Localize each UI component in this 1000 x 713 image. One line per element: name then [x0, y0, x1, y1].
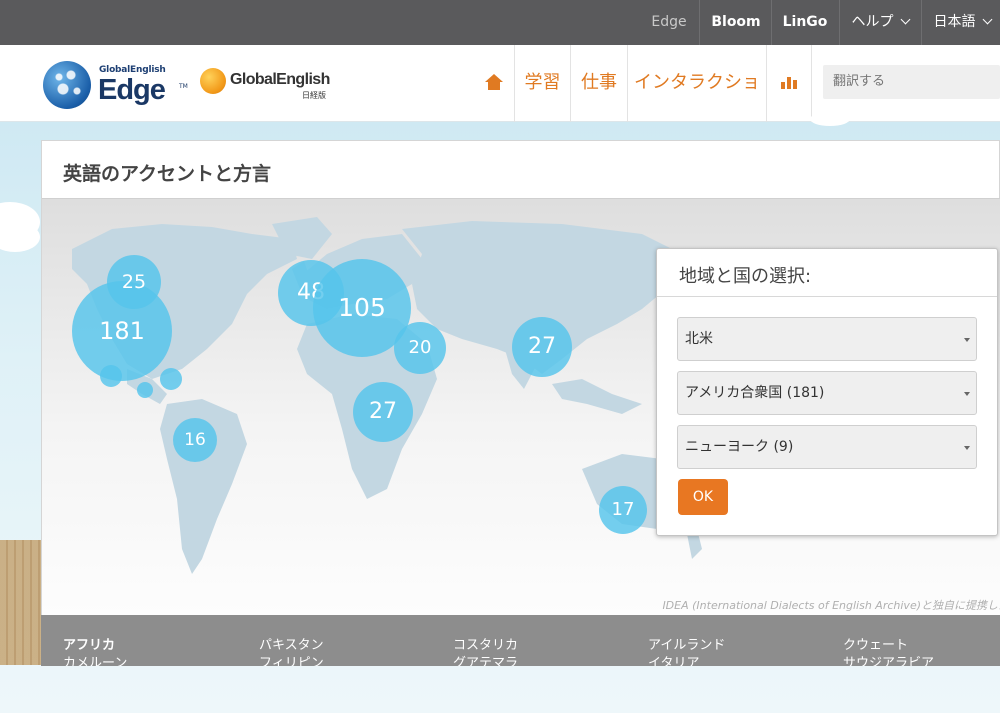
- page-title: 英語のアクセントと方言: [63, 163, 272, 185]
- nav-stats[interactable]: [767, 45, 811, 122]
- country-list-item[interactable]: グアテマラ: [453, 655, 518, 666]
- country-select[interactable]: アメリカ合衆国 (181): [677, 371, 977, 415]
- help-label: ヘルプ: [851, 14, 894, 30]
- city-select-value: ニューヨーク (9): [685, 439, 794, 455]
- topbar-language-menu[interactable]: 日本語: [922, 0, 1000, 45]
- map-bubble-south-america[interactable]: 16: [173, 418, 217, 462]
- nav-home[interactable]: [474, 45, 514, 122]
- map-bubble-mexico[interactable]: [100, 365, 122, 387]
- nav-work[interactable]: 仕事: [571, 45, 627, 122]
- country-list-item[interactable]: サウジアラビア: [843, 655, 934, 666]
- bar-chart-icon: [781, 75, 797, 89]
- map-bubble-central-america[interactable]: [137, 382, 153, 398]
- city-select[interactable]: ニューヨーク (9): [677, 425, 977, 469]
- caret-down-icon: [964, 392, 970, 396]
- country-column: アフリカ カメルーン: [63, 637, 127, 666]
- language-label: 日本語: [933, 14, 976, 30]
- archive-credit-text: IDEA (International Dialects of English …: [662, 599, 1000, 612]
- topbar-lingo-link[interactable]: LinGo: [772, 0, 838, 45]
- nav-interaction[interactable]: インタラクション: [628, 45, 766, 169]
- map-bubble-middle-east[interactable]: 20: [394, 322, 446, 374]
- logo-ge-text: GlobalEnglish: [230, 71, 330, 88]
- building-illustration: [0, 540, 42, 665]
- country-list: アフリカ カメルーン パキスタン フィリピン コスタリカ グアテマラ アイルラン…: [41, 615, 1000, 666]
- logo-edge-text: Edge: [98, 74, 166, 106]
- country-column: コスタリカ グアテマラ: [453, 637, 518, 666]
- map-bubble-asia[interactable]: 27: [512, 317, 572, 377]
- nav-learning[interactable]: 学習: [515, 45, 570, 122]
- top-bar: Edge Bloom LinGo ヘルプ 日本語: [0, 0, 1000, 45]
- country-list-heading[interactable]: アフリカ: [63, 637, 127, 655]
- globe-logo-icon: [43, 61, 91, 109]
- country-list-item[interactable]: カメルーン: [63, 655, 127, 666]
- region-select[interactable]: 北米: [677, 317, 977, 361]
- country-list-item[interactable]: イタリア: [648, 655, 725, 666]
- map-bubble-oceania[interactable]: 17: [599, 486, 647, 534]
- selector-title: 地域と国の選択:: [679, 266, 812, 287]
- cloud-decoration: [810, 112, 850, 126]
- map-bubble-africa[interactable]: 27: [353, 382, 413, 442]
- globalenglish-edge-logo[interactable]: GlobalEnglish Edge TM: [43, 59, 188, 111]
- country-select-value: アメリカ合衆国 (181): [685, 385, 825, 401]
- chevron-down-icon: [982, 14, 992, 25]
- globalenglish-nikkei-logo[interactable]: GlobalEnglish 日経版: [200, 67, 340, 107]
- globe-logo-icon: [200, 68, 226, 94]
- divider: [657, 296, 997, 297]
- ok-button[interactable]: OK: [678, 479, 728, 515]
- map-bubble-canada[interactable]: 25: [107, 255, 161, 309]
- map-bubble-caribbean[interactable]: [160, 368, 182, 390]
- translate-search-input[interactable]: [823, 65, 1000, 99]
- topbar-edge-link[interactable]: Edge: [640, 0, 698, 45]
- nav-separator: [811, 45, 812, 122]
- trademark-mark: TM: [179, 83, 188, 90]
- topbar-bloom-link[interactable]: Bloom: [700, 0, 772, 45]
- country-list-item[interactable]: パキスタン: [259, 637, 324, 655]
- chevron-down-icon: [900, 14, 910, 25]
- country-column: クウェート サウジアラビア: [843, 637, 934, 666]
- country-column: パキスタン フィリピン: [259, 637, 324, 666]
- country-list-item[interactable]: アイルランド: [648, 637, 725, 655]
- cloud-decoration: [0, 222, 40, 252]
- site-header: GlobalEnglish Edge TM GlobalEnglish 日経版 …: [0, 45, 1000, 169]
- country-list-item[interactable]: コスタリカ: [453, 637, 518, 655]
- caret-down-icon: [964, 446, 970, 450]
- country-list-item[interactable]: フィリピン: [259, 655, 324, 666]
- region-select-value: 北米: [685, 331, 713, 347]
- home-icon: [485, 74, 503, 90]
- topbar-help-menu[interactable]: ヘルプ: [840, 0, 920, 45]
- country-column: アイルランド イタリア: [648, 637, 725, 666]
- caret-down-icon: [964, 338, 970, 342]
- logo-ge-subtext: 日経版: [302, 91, 326, 100]
- country-list-item[interactable]: クウェート: [843, 637, 934, 655]
- region-selector-dialog: 地域と国の選択: 北米 アメリカ合衆国 (181) ニューヨーク (9) OK: [656, 248, 998, 536]
